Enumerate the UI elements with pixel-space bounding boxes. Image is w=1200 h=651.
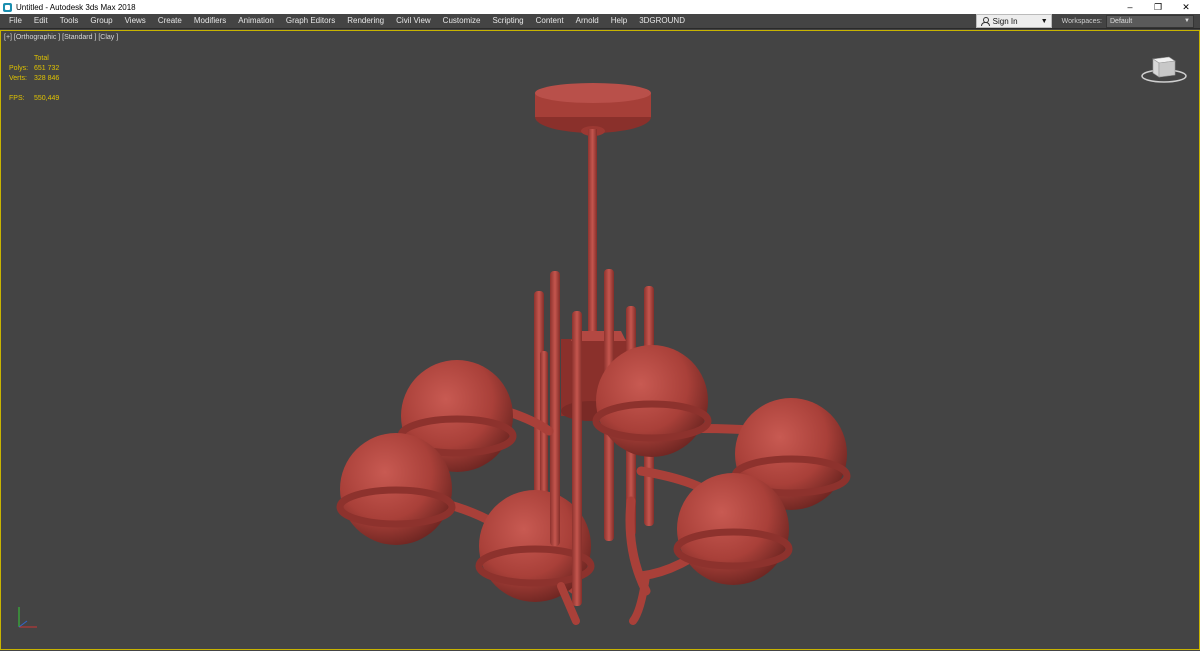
menu-customize[interactable]: Customize (437, 14, 487, 28)
minimize-button[interactable]: – (1116, 0, 1144, 14)
axis-triad-icon (7, 597, 47, 637)
menu-civil-view[interactable]: Civil View (390, 14, 437, 28)
menu-file[interactable]: File (3, 14, 28, 28)
chandelier-model[interactable] (1, 31, 1200, 651)
menu-content[interactable]: Content (530, 14, 570, 28)
menu-create[interactable]: Create (152, 14, 188, 28)
menu-tools[interactable]: Tools (54, 14, 85, 28)
menu-bar: File Edit Tools Group Views Create Modifiers An… (0, 14, 1200, 29)
title-bar: Untitled - Autodesk 3ds Max 2018 – ❐ ✕ (0, 0, 1200, 14)
menu-views[interactable]: Views (119, 14, 152, 28)
menu-scripting[interactable]: Scripting (486, 14, 529, 28)
app-icon (3, 2, 12, 12)
menu-3dground[interactable]: 3DGROUND (633, 14, 691, 28)
menu-edit[interactable]: Edit (28, 14, 54, 28)
menu-arnold[interactable]: Arnold (570, 14, 605, 28)
menu-group[interactable]: Group (84, 14, 118, 28)
workspaces-value: Default (1110, 17, 1133, 25)
menu-items: File Edit Tools Group Views Create Modifiers An… (0, 14, 691, 28)
menu-animation[interactable]: Animation (232, 14, 280, 28)
menubar-right: Sign In ▼ Workspaces: Default ▼ (975, 14, 1200, 28)
workspaces-select[interactable]: Default ▼ (1106, 14, 1194, 28)
window-controls: – ❐ ✕ (1116, 0, 1200, 14)
user-icon (980, 16, 990, 26)
menu-graph-editors[interactable]: Graph Editors (280, 14, 341, 28)
close-button[interactable]: ✕ (1172, 0, 1200, 14)
sign-in-label: Sign In (992, 16, 1018, 26)
sign-in-dropdown[interactable]: Sign In ▼ (975, 14, 1052, 28)
menu-rendering[interactable]: Rendering (341, 14, 390, 28)
menu-modifiers[interactable]: Modifiers (188, 14, 232, 28)
chevron-down-icon: ▼ (1040, 17, 1048, 25)
workspaces-label: Workspaces: (1061, 17, 1102, 25)
chevron-down-icon: ▼ (1184, 18, 1190, 24)
perspective-viewport[interactable]: [+] [Orthographic ] [Standard ] [Clay ] … (0, 30, 1200, 650)
menu-help[interactable]: Help (605, 14, 633, 28)
restore-button[interactable]: ❐ (1144, 0, 1172, 14)
window-title: Untitled - Autodesk 3ds Max 2018 (16, 2, 136, 12)
